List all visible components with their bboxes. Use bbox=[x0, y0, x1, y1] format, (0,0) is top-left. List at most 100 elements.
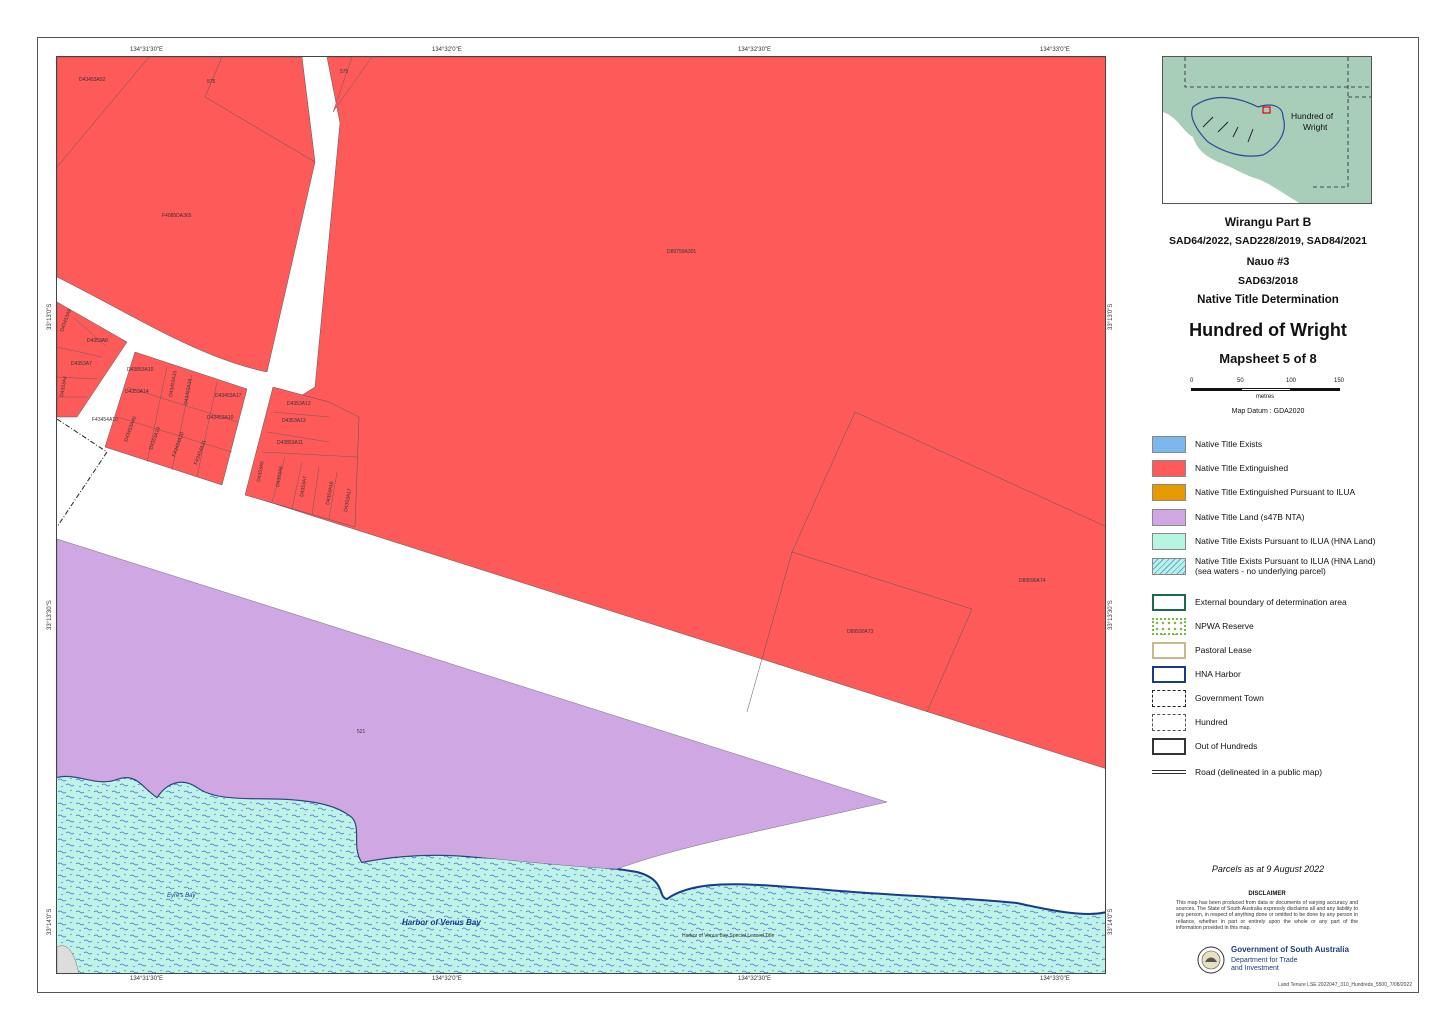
coord-right-3: 33°14'0"S bbox=[1108, 908, 1114, 935]
claim-1-ids: SAD64/2022, SAD228/2019, SAD84/2021 bbox=[1169, 235, 1367, 247]
legend-item: Out of Hundreds bbox=[1152, 738, 1412, 756]
coord-top-3: 134°32'30"E bbox=[738, 47, 772, 53]
legend-swatch bbox=[1152, 484, 1186, 501]
legend-item: Government Town bbox=[1152, 690, 1412, 708]
map-canvas: D43453A52 575 575 F4085DA365 D89759A301 D4345… bbox=[57, 57, 1105, 973]
legend-swatch bbox=[1152, 770, 1186, 774]
water-label-point: Eyre's Bay bbox=[167, 893, 196, 899]
parcel-label: D43853A10 bbox=[127, 367, 154, 373]
coord-left-3: 33°14'0"S bbox=[47, 908, 53, 935]
legend-label: Out of Hundreds bbox=[1195, 741, 1258, 751]
legend-item: Native Title Land (s47B NTA) bbox=[1152, 509, 1412, 527]
legend-swatch bbox=[1152, 666, 1186, 683]
water-label-note: Harbor of Venus Bay Special Leased Title bbox=[682, 933, 774, 939]
legend-label: NPWA Reserve bbox=[1195, 621, 1254, 631]
footer-reference: Land Tenure LSE 2022047_310_Hundreds_550… bbox=[1278, 982, 1412, 988]
legend-item: Native Title Extinguished bbox=[1152, 460, 1412, 478]
svg-text:Hundred of: Hundred of bbox=[1291, 111, 1334, 121]
parcel-label: D43453A10 bbox=[207, 415, 234, 421]
legend-label: Government Town bbox=[1195, 693, 1264, 703]
legend-item: HNA Harbor bbox=[1152, 666, 1412, 684]
legend-item: Native Title Exists bbox=[1152, 436, 1412, 454]
legend-item: Native Title Extinguished Pursuant to IL… bbox=[1152, 484, 1412, 502]
parcel-label: D89590A74 bbox=[1019, 578, 1046, 584]
scale-tick-50: 50 bbox=[1237, 378, 1244, 384]
legend-swatch bbox=[1152, 642, 1186, 659]
coord-bottom-2: 134°32'0"E bbox=[432, 976, 462, 982]
coord-bottom-1: 134°31'30"E bbox=[130, 976, 164, 982]
legend-swatch bbox=[1152, 618, 1186, 635]
coord-top-1: 134°31'30"E bbox=[130, 47, 164, 53]
legend-swatch bbox=[1152, 436, 1186, 453]
coord-right-2: 33°13'30"S bbox=[1108, 600, 1114, 630]
parcel-label: F4085DA365 bbox=[162, 213, 192, 219]
coord-right-1: 33°13'0"S bbox=[1108, 303, 1114, 330]
hundred-title: Hundred of Wright bbox=[1189, 320, 1347, 340]
legend-item: Pastoral Lease bbox=[1152, 642, 1412, 660]
legend-label: Hundred bbox=[1195, 717, 1228, 727]
determination-title: Native Title Determination bbox=[1197, 294, 1339, 306]
government-name: Government of South Australia bbox=[1231, 945, 1349, 954]
legend-swatch bbox=[1152, 509, 1186, 526]
parcel-label: D4353A8 bbox=[87, 338, 108, 344]
legend-swatch bbox=[1152, 460, 1186, 477]
coord-left-1: 33°13'0"S bbox=[47, 303, 53, 330]
disclaimer-title: DISCLAIMER bbox=[1248, 891, 1286, 897]
parcels-date: Parcels as at 9 August 2022 bbox=[1211, 864, 1325, 874]
parcel-label: 575 bbox=[207, 79, 216, 85]
coord-top-4: 134°33'0"E bbox=[1040, 47, 1070, 53]
inset-canvas: Hundred of Wright bbox=[1163, 57, 1371, 203]
legend-swatch bbox=[1152, 558, 1186, 575]
parcel-label: D89759A301 bbox=[667, 249, 696, 255]
parcel-label: D4353A14 bbox=[125, 389, 149, 395]
mapsheet-title: Mapsheet 5 of 8 bbox=[1219, 351, 1317, 366]
legend-label: Native Title Exists Pursuant to ILUA (HN… bbox=[1195, 536, 1376, 546]
parcel-label: D4353A12 bbox=[287, 401, 311, 407]
legend-swatch bbox=[1152, 714, 1186, 731]
legend-item: NPWA Reserve bbox=[1152, 618, 1412, 636]
legend-item: Road (delineated in a public map) bbox=[1152, 764, 1412, 782]
main-map[interactable]: D43453A52 575 575 F4085DA365 D89759A301 D4345… bbox=[56, 56, 1106, 974]
coord-bottom-3: 134°32'30"E bbox=[738, 976, 772, 982]
legend-label: Native Title Exists bbox=[1195, 439, 1263, 449]
legend-label: Pastoral Lease bbox=[1195, 645, 1252, 655]
parcel-label: 521 bbox=[357, 729, 366, 735]
legend-swatch bbox=[1152, 738, 1186, 755]
scale-tick-150: 150 bbox=[1334, 378, 1345, 384]
legend-swatch bbox=[1152, 690, 1186, 707]
claim-2-id: SAD63/2018 bbox=[1237, 275, 1299, 287]
claim-1-title: Wirangu Part B bbox=[1224, 215, 1312, 229]
scale-tick-0: 0 bbox=[1190, 378, 1194, 384]
claim-2-title: Nauo #3 bbox=[1246, 256, 1290, 268]
legend-swatch bbox=[1152, 533, 1186, 550]
legend-label: External boundary of determination area bbox=[1195, 597, 1347, 607]
legend-item: Native Title Exists Pursuant to ILUA (HN… bbox=[1152, 533, 1412, 551]
parcel-label: D43453A17 bbox=[215, 393, 242, 399]
coord-top-2: 134°32'0"E bbox=[432, 47, 462, 53]
svg-text:Wright: Wright bbox=[1303, 122, 1328, 132]
coord-left-2: 33°13'30"S bbox=[47, 600, 53, 630]
map-datum: Map Datum : GDA2020 bbox=[1231, 408, 1305, 415]
disclaimer-text: This map has been produced from data or … bbox=[1176, 900, 1358, 931]
parcel-label: F43454A10 bbox=[92, 417, 118, 423]
scale-tick-100: 100 bbox=[1286, 378, 1297, 384]
coord-bottom-4: 134°33'0"E bbox=[1040, 976, 1070, 982]
legend-label: Road (delineated in a public map) bbox=[1195, 767, 1323, 777]
parcel-label: D4353A7 bbox=[71, 361, 92, 367]
scale-unit: metres bbox=[1255, 394, 1275, 400]
legend-label: Native Title Extinguished bbox=[1195, 463, 1289, 473]
parcel-label: D43453A52 bbox=[79, 77, 106, 83]
legend-label: Native Title Extinguished Pursuant to IL… bbox=[1195, 487, 1356, 497]
legend-swatch bbox=[1152, 594, 1186, 611]
legend-label: Native Title Exists Pursuant to ILUA (HN… bbox=[1195, 556, 1376, 576]
legend-label: HNA Harbor bbox=[1195, 669, 1241, 679]
parcel-label: D43853A11 bbox=[277, 440, 303, 446]
parcel-label: D89590A73 bbox=[847, 629, 874, 635]
legend-label: Native Title Land (s47B NTA) bbox=[1195, 512, 1305, 522]
parcel-label: 575 bbox=[340, 69, 349, 75]
department-name: Department for Trade and Investment bbox=[1231, 957, 1298, 972]
legend-item: External boundary of determination area bbox=[1152, 594, 1412, 612]
water-label-bay: Harbor of Venus Bay bbox=[402, 918, 481, 927]
parcel-label: D4353A13 bbox=[282, 418, 306, 424]
legend-item: Native Title Exists Pursuant to ILUA (HN… bbox=[1152, 556, 1412, 576]
